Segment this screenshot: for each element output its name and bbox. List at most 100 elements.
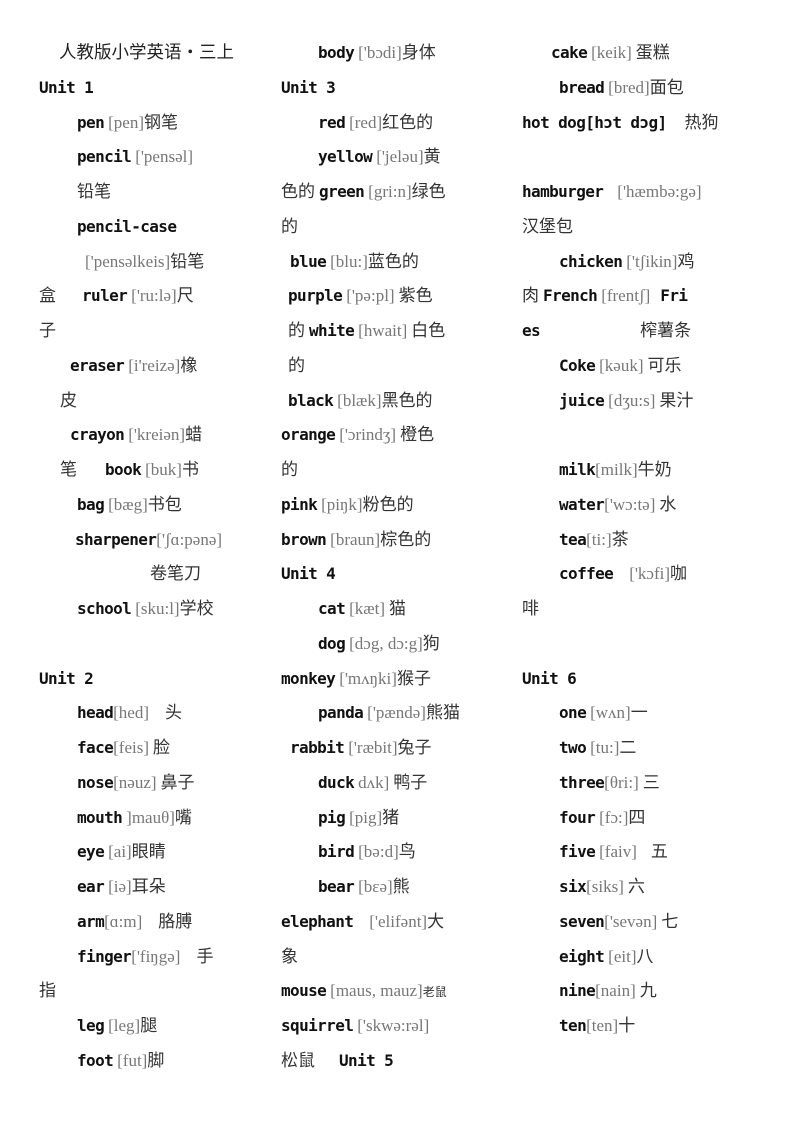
vocab-entry-orange: orange ['ɔrindʒ] 橙色 bbox=[281, 418, 496, 453]
word: cake bbox=[551, 43, 588, 62]
word: French bbox=[543, 286, 598, 306]
phonetic: [ai] bbox=[108, 842, 132, 862]
translation: 象 bbox=[281, 946, 298, 967]
word: elephant bbox=[281, 911, 354, 931]
translation: 九 bbox=[639, 981, 657, 1002]
translation: 汉堡包 bbox=[522, 216, 573, 237]
phonetic: ['pensəlkeis] bbox=[85, 251, 171, 271]
vocab-entry-leg: leg [leg]腿 bbox=[39, 1009, 254, 1044]
phonetic: [buk] bbox=[145, 460, 182, 479]
translation: 紫色 bbox=[398, 286, 433, 307]
word: six bbox=[559, 877, 587, 896]
vocab-entry-monkey: monkey ['mʌŋki]猴子 bbox=[281, 662, 496, 697]
unit-6-label: Unit 6 bbox=[522, 668, 577, 688]
translation: 大 bbox=[427, 911, 445, 932]
word: juice bbox=[559, 390, 605, 410]
vocab-entry-nose: nose[nəuz] 鼻子 bbox=[39, 766, 254, 801]
phonetic: [hed] bbox=[113, 703, 150, 723]
phonetic: [ten] bbox=[586, 1016, 619, 1035]
translation: 腿 bbox=[140, 1016, 158, 1036]
vocab-entry-finger-cont: 指 bbox=[39, 974, 254, 1009]
phonetic: [θri:] bbox=[604, 772, 639, 792]
phonetic: [piŋk] bbox=[321, 494, 363, 514]
vocab-entry-bear: bear [bεə]熊 bbox=[281, 870, 496, 905]
phonetic: [faiv] bbox=[599, 842, 637, 862]
column-1: 人教版小学英语・三上 Unit 1 pen [pen]钢笔 pencil ['p… bbox=[39, 36, 254, 1079]
phonetic: [braun] bbox=[330, 529, 381, 549]
phonetic: [dɔg, dɔ:g] bbox=[349, 633, 423, 653]
phonetic: ['sevən] bbox=[604, 911, 658, 931]
translation: 一 bbox=[630, 703, 648, 724]
vocab-entry-sharpener-cont: 卷笔刀 bbox=[39, 557, 254, 592]
vocab-entry-hot-dog: hot dog[hɔt dɔg] 热狗 bbox=[522, 106, 737, 141]
vocab-entry-face: face[feis] 脸 bbox=[39, 731, 254, 766]
phonetic: ['ɔrindʒ] bbox=[339, 425, 397, 445]
phonetic: [gri:n] bbox=[368, 182, 412, 201]
translation: 指 bbox=[39, 981, 56, 1002]
word: pencil bbox=[77, 147, 132, 167]
vocab-entry-black: black [blæk]黑色的 bbox=[281, 384, 496, 419]
vocab-entry-eight: eight [eit]八 bbox=[522, 940, 737, 975]
vocab-entry-one: one [wʌn]一 bbox=[522, 696, 737, 731]
word: bag bbox=[77, 494, 105, 514]
translation: 鼻子 bbox=[160, 772, 195, 793]
vocab-entry-seven: seven['sevən] 七 bbox=[522, 905, 737, 940]
word: bread bbox=[559, 77, 605, 97]
translation: 猪 bbox=[382, 807, 400, 828]
vocab-entry-pen: pen [pen]钢笔 bbox=[39, 106, 254, 141]
word: nine bbox=[559, 981, 596, 1001]
translation: 二 bbox=[619, 738, 637, 758]
vocab-entry-four: four [fɔ:]四 bbox=[522, 801, 737, 836]
word: one bbox=[559, 703, 587, 723]
vocab-entry-arm: arm[ɑ:m] 胳膊 bbox=[39, 905, 254, 940]
translation: 脚 bbox=[147, 1050, 165, 1071]
vocab-entry-ruler: 盒 ruler ['ru:lə]尺 bbox=[39, 279, 254, 314]
translation: 熊 bbox=[392, 877, 410, 897]
phonetic: ['kɔfi] bbox=[629, 564, 671, 584]
translation: 牛奶 bbox=[637, 460, 672, 480]
word: Fri bbox=[660, 286, 688, 306]
column-2: body ['bɔdi]身体 Unit 3 red [red]红色的 yello… bbox=[281, 36, 496, 1079]
word: foot bbox=[77, 1050, 114, 1070]
translation: 老鼠 bbox=[422, 985, 447, 1000]
word: monkey bbox=[281, 668, 336, 688]
phonetic: [red] bbox=[349, 112, 383, 132]
word: chicken bbox=[559, 251, 623, 271]
phonetic: [blæk] bbox=[337, 390, 382, 410]
vocab-entry-elephant-cont: 象 bbox=[281, 940, 496, 975]
unit-heading: Unit 4 bbox=[281, 557, 496, 592]
translation: 的 bbox=[288, 355, 305, 376]
translation: 狗 bbox=[422, 633, 440, 654]
vocab-entry-sharpener: sharpener['ʃɑ:pənə] bbox=[39, 523, 254, 558]
translation: 蜡 bbox=[185, 425, 203, 446]
word: dog bbox=[318, 633, 346, 653]
vocab-entry-eraser-cont: 皮 bbox=[39, 384, 254, 419]
translation: 的 bbox=[281, 460, 298, 480]
word: face bbox=[77, 738, 114, 757]
translation: 耳朵 bbox=[131, 877, 166, 897]
phonetic: ]mauθ] bbox=[126, 807, 175, 827]
unit-4-label: Unit 4 bbox=[281, 564, 336, 584]
word: mouth bbox=[77, 807, 123, 827]
phonetic: [frentʃ] bbox=[601, 286, 651, 306]
vocab-entry-elephant: elephant ['elifənt]大 bbox=[281, 905, 496, 940]
vocab-entry-pencil: pencil ['pensəl] bbox=[39, 140, 254, 175]
phonetic: [fɔ:] bbox=[599, 807, 629, 827]
word: blue bbox=[290, 251, 327, 271]
phonetic: [ti:] bbox=[586, 529, 612, 549]
vocabulary-page: 人教版小学英语・三上 Unit 1 pen [pen]钢笔 pencil ['p… bbox=[0, 0, 793, 1122]
phonetic: [nain] bbox=[595, 981, 636, 1001]
phonetic: [fut] bbox=[117, 1050, 148, 1070]
word: head bbox=[77, 703, 114, 723]
translation: 书 bbox=[181, 460, 199, 480]
vocab-entry-duck: duck dʌk] 鸭子 bbox=[281, 766, 496, 801]
vocab-entry-orange-cont: 的 bbox=[281, 453, 496, 488]
vocab-entry-nine: nine[nain] 九 bbox=[522, 974, 737, 1009]
word: panda bbox=[318, 703, 364, 723]
phonetic: [bred] bbox=[608, 77, 650, 97]
vocab-entry-coke: Coke [kəuk] 可乐 bbox=[522, 349, 737, 384]
vocab-entry-head: head[hed] 头 bbox=[39, 696, 254, 731]
word: coffee bbox=[559, 564, 614, 584]
unit-heading: Unit 1 bbox=[39, 71, 254, 106]
